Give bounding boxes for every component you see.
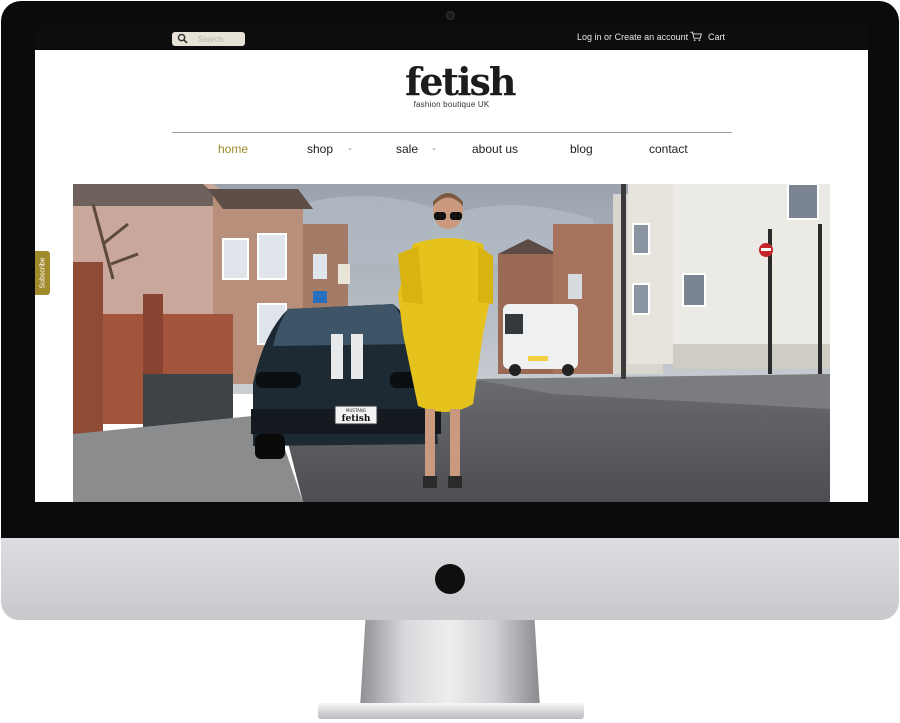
- cart-link[interactable]: Cart: [690, 31, 725, 42]
- top-bar: Log in or Create an account Cart: [35, 26, 868, 50]
- street-scene: MUSTANG fetish: [73, 184, 830, 502]
- cart-icon[interactable]: [690, 31, 702, 42]
- site-logo[interactable]: fetish fashion boutique UK: [405, 63, 517, 114]
- monitor-stand-foot: [318, 703, 584, 719]
- cart-label[interactable]: Cart: [708, 32, 725, 42]
- hero-image: MUSTANG fetish: [73, 184, 830, 502]
- nav-contact[interactable]: contact: [649, 142, 688, 156]
- search-input[interactable]: [198, 32, 243, 46]
- or-text: or: [604, 32, 613, 42]
- create-account-link[interactable]: Create an account: [615, 32, 689, 42]
- login-link[interactable]: Log in: [577, 32, 602, 42]
- logo-tagline: fashion boutique UK: [413, 100, 490, 109]
- nav-home[interactable]: home: [218, 142, 248, 156]
- monitor-mockup: Log in or Create an account Cart fetish …: [0, 0, 900, 723]
- nav-shop[interactable]: shop: [307, 142, 333, 156]
- subscribe-tab[interactable]: Subscribe: [35, 251, 50, 295]
- logo-wordmark[interactable]: fetish: [405, 63, 517, 101]
- plate-top-text: MUSTANG: [346, 408, 366, 413]
- camera-dot: [446, 11, 455, 20]
- shop-dropdown-icon[interactable]: ⌄: [347, 144, 353, 152]
- account-links: Log in or Create an account: [577, 32, 688, 42]
- plate-text: fetish: [342, 414, 371, 424]
- monitor-stand: [360, 620, 540, 708]
- sale-dropdown-icon[interactable]: ⌄: [431, 144, 437, 152]
- search-box[interactable]: [172, 32, 245, 46]
- main-nav: home shop ⌄ sale ⌄ about us blog contact: [172, 136, 732, 164]
- apple-logo-icon: [435, 564, 465, 594]
- nav-sale[interactable]: sale: [396, 142, 418, 156]
- website-screen: Log in or Create an account Cart fetish …: [35, 26, 868, 502]
- nav-blog[interactable]: blog: [570, 142, 593, 156]
- subscribe-label[interactable]: Subscribe: [39, 257, 46, 288]
- nav-about-us[interactable]: about us: [472, 142, 518, 156]
- search-icon[interactable]: [177, 33, 188, 44]
- nav-divider: [172, 132, 732, 133]
